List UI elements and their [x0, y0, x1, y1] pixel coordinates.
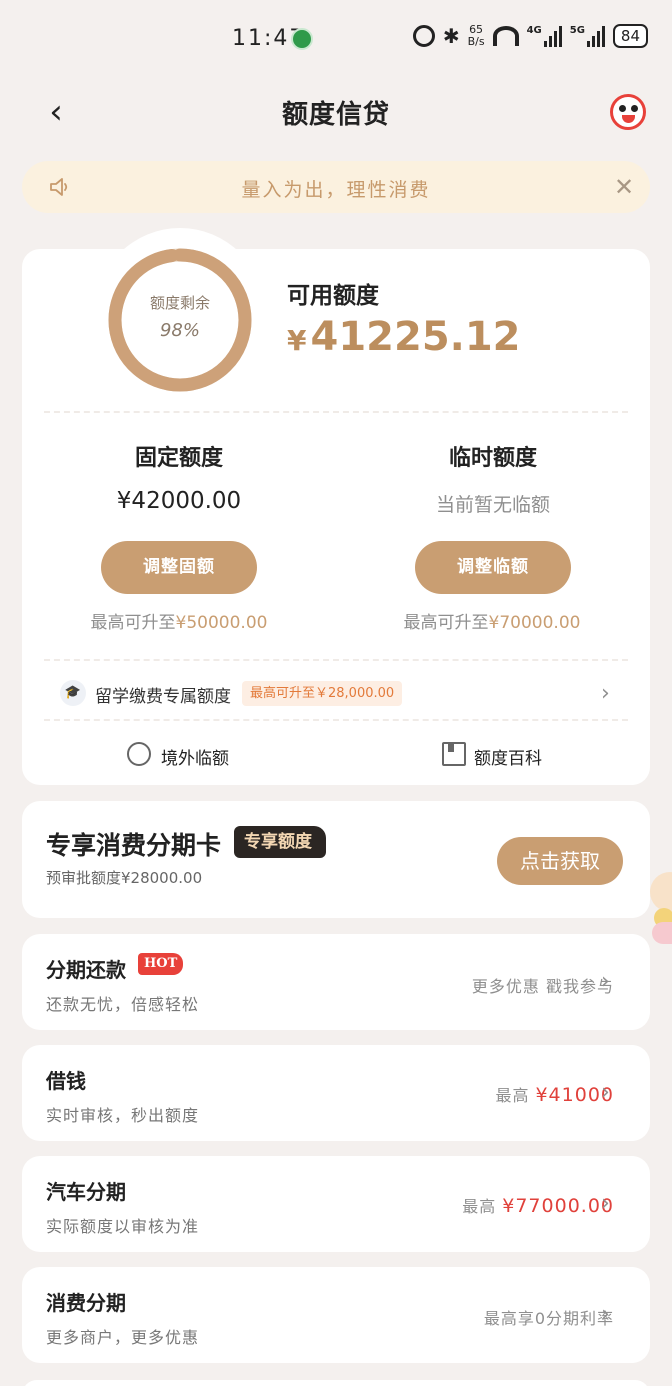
row-title: 消费分期 — [46, 1291, 126, 1315]
fixed-hint-prefix: 最高可升至 — [90, 613, 176, 633]
row-subtitle: 实际额度以审核为准 — [46, 1217, 200, 1236]
overseas-quota-link[interactable]: 境外临额 — [161, 744, 229, 769]
bookmark-book-icon — [442, 742, 466, 766]
chevron-right-icon: › — [601, 969, 610, 994]
temp-quota-hint: 最高可升至¥70000.00 — [372, 608, 612, 633]
next-list-item-partial — [22, 1380, 650, 1386]
close-icon[interactable]: ✕ — [610, 173, 638, 201]
promo-title: 专享消费分期卡 — [46, 831, 222, 860]
available-amount: ¥41225.12 — [287, 314, 521, 360]
chevron-right-icon: › — [601, 1191, 610, 1216]
alarm-icon — [412, 25, 435, 47]
row-right-prefix: 最高 — [462, 1197, 497, 1216]
graduation-cap-icon: 🎓 — [60, 680, 86, 706]
hot-badge: HOT — [138, 953, 184, 975]
chevron-right-icon: › — [601, 1080, 610, 1105]
adjust-fixed-button[interactable]: 调整固额 — [101, 541, 257, 594]
row-right-text: 最高 ¥77000.00 — [462, 1193, 614, 1217]
row-subtitle: 更多商户，更多优惠 — [46, 1328, 200, 1347]
temp-hint-prefix: 最高可升至 — [403, 613, 489, 633]
divider — [44, 719, 628, 721]
signal-4g-icon: 4G — [527, 25, 562, 47]
row-subtitle: 还款无忧，倍感轻松 — [46, 995, 200, 1014]
currency-symbol: ¥ — [287, 324, 307, 357]
row-title: 借钱 — [46, 1069, 86, 1093]
row-right-text: 最高 ¥41000 — [495, 1082, 614, 1106]
divider — [44, 659, 628, 661]
wifi-icon — [492, 26, 519, 46]
globe-plane-icon — [127, 742, 151, 766]
floating-gift-icon[interactable] — [650, 872, 672, 972]
row-right-prefix: 最高 — [495, 1086, 530, 1105]
remaining-percent: 98% — [159, 320, 200, 341]
row-right-text: 更多优惠 戳我参与 — [471, 977, 614, 996]
divider — [44, 411, 628, 413]
fixed-quota-title: 固定额度 — [134, 446, 223, 471]
chevron-right-icon: › — [601, 1302, 610, 1327]
remaining-label: 额度剩余 — [149, 294, 210, 312]
row-right-text: 最高享0分期利率 — [483, 1309, 614, 1328]
promo-subtitle: 预审批额度¥28000.00 — [46, 869, 203, 887]
study-abroad-quota-link[interactable]: 留学缴费专属额度 — [95, 682, 231, 707]
row-subtitle: 实时审核，秒出额度 — [46, 1106, 200, 1125]
notice-text: 量入为出，理性消费 — [241, 179, 431, 201]
notice-banner: 量入为出，理性消费 ✕ — [22, 161, 650, 213]
mascot-icon[interactable] — [610, 94, 646, 130]
row-title: 分期还款 — [46, 958, 126, 982]
adjust-temp-button[interactable]: 调整临额 — [415, 541, 571, 594]
signal-5g-label: 5G — [569, 25, 585, 36]
net-speed-unit: B/s — [467, 35, 485, 48]
row-title: 汽车分期 — [46, 1180, 126, 1204]
page-title: 额度信贷 — [281, 100, 390, 130]
chevron-right-icon[interactable]: › — [601, 681, 610, 706]
bluetooth-icon: ✱ — [442, 24, 460, 48]
security-shield-icon — [291, 28, 313, 50]
available-label: 可用额度 — [287, 283, 379, 309]
temp-hint-amount: ¥70000.00 — [488, 613, 581, 633]
study-abroad-quota-tag: 最高可升至￥28,000.00 — [242, 681, 403, 706]
temp-quota-title: 临时额度 — [448, 446, 537, 471]
signal-5g-icon: 5G — [570, 25, 605, 47]
net-speed: 65 B/s — [468, 24, 485, 48]
get-card-button[interactable]: 点击获取 — [497, 837, 623, 885]
signal-4g-label: 4G — [526, 25, 542, 36]
promo-tag: 专享额度 — [234, 826, 326, 858]
fixed-quota-hint: 最高可升至¥50000.00 — [59, 608, 299, 633]
fixed-quota-value: ¥42000.00 — [116, 488, 242, 514]
battery-icon: 84 — [612, 24, 648, 48]
row-amount: ¥77000.00 — [502, 1195, 614, 1217]
available-amount-value: 41225.12 — [310, 314, 521, 360]
quota-wiki-link[interactable]: 额度百科 — [474, 744, 542, 769]
status-bar: 11:47 ✱ 65 B/s 4G 5G 84 — [0, 0, 672, 78]
fixed-hint-amount: ¥50000.00 — [175, 613, 268, 633]
temp-quota-value: 当前暂无临额 — [435, 494, 550, 516]
status-icons: ✱ 65 B/s 4G 5G 84 — [412, 24, 648, 48]
